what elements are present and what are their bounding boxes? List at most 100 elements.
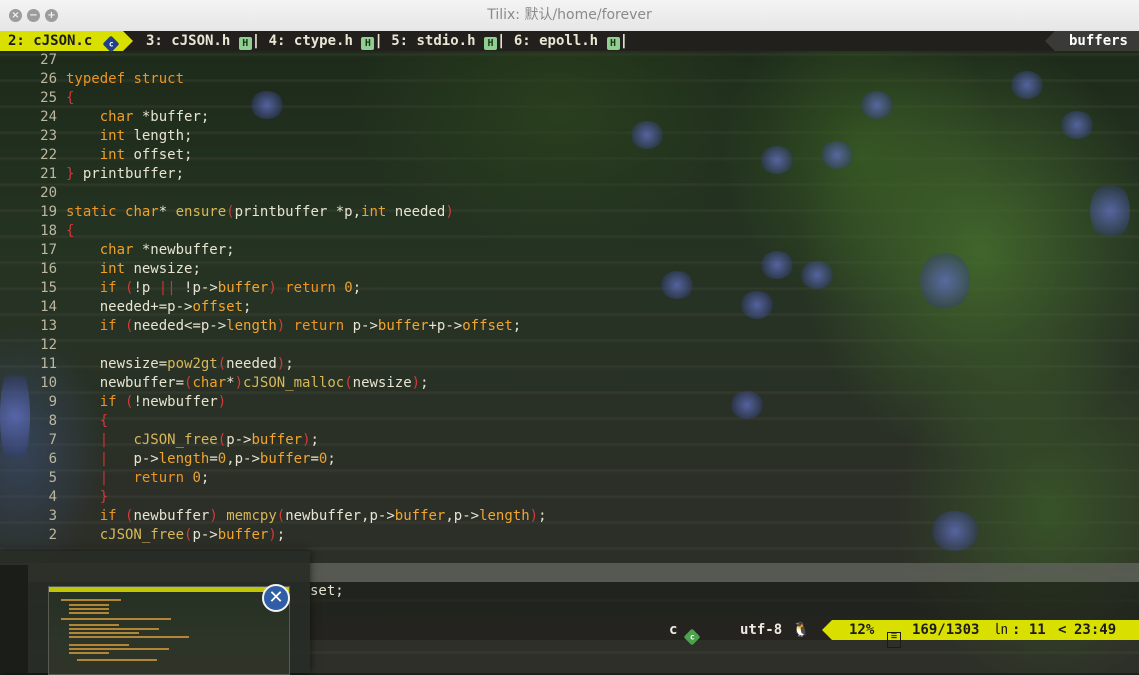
code-text: } xyxy=(99,489,109,505)
code-line[interactable]: 11 newsize=pow2gt(needed); xyxy=(0,355,1139,374)
line-number: 17 xyxy=(40,242,57,258)
code-text: if (needed<=p->length) return p->buffer+… xyxy=(99,318,522,334)
line-number: 19 xyxy=(40,204,57,220)
code-line[interactable]: 23 int length; xyxy=(0,127,1139,146)
c-language-icon: c xyxy=(102,35,120,53)
code-text: if (newbuffer) memcpy(newbuffer,p->buffe… xyxy=(99,508,547,524)
code-line[interactable]: 15 if (!p || !p->buffer) return 0; xyxy=(0,279,1139,298)
command-line-text: set; xyxy=(310,583,344,599)
code-text: typedef struct xyxy=(66,71,185,87)
window-preview-thumbnail[interactable] xyxy=(0,551,310,675)
code-text: int length; xyxy=(99,128,193,144)
tab-epoll-h[interactable]: 6: epoll.h H xyxy=(514,33,620,50)
line-number: 11 xyxy=(40,356,57,372)
code-editor[interactable]: 27 26 typedef struct 25{24 char *buffer; 23 … xyxy=(0,51,1139,545)
code-text: { xyxy=(66,90,75,106)
code-text: int offset; xyxy=(99,147,193,163)
line-number: 5 xyxy=(48,470,57,486)
code-line[interactable]: 12 xyxy=(0,336,1139,355)
code-line[interactable]: 18 { xyxy=(0,222,1139,241)
line-number: 20 xyxy=(40,185,57,201)
code-text: if (!newbuffer) xyxy=(99,394,227,410)
tab-arrow-separator xyxy=(122,31,133,51)
line-number: 7 xyxy=(48,432,57,448)
linux-tux-icon: 🐧 xyxy=(792,622,810,638)
tab-cjson-h[interactable]: 3: cJSON.h H xyxy=(146,33,252,50)
line-number: 2 xyxy=(48,527,57,543)
time-arrow-separator: < xyxy=(1058,622,1067,638)
filetype-label: c xyxy=(669,622,678,638)
code-line[interactable]: 25 { xyxy=(0,89,1139,108)
code-line[interactable]: 3 if (newbuffer) memcpy(newbuffer,p->buf… xyxy=(0,507,1139,526)
code-text: needed+=p->offset; xyxy=(66,299,252,315)
code-text: int newsize; xyxy=(99,261,201,277)
line-number: 26 xyxy=(40,71,57,87)
code-line[interactable]: 5 | return 0; xyxy=(0,469,1139,488)
window-title: Tilix: 默认/home/forever xyxy=(487,7,652,23)
code-line[interactable]: 7 | cJSON_free(p->buffer); xyxy=(0,431,1139,450)
code-line[interactable]: 4 } xyxy=(0,488,1139,507)
code-text: char *buffer; xyxy=(99,109,210,125)
preview-side-strip xyxy=(0,565,28,673)
code-line[interactable]: 9 if (!newbuffer) xyxy=(0,393,1139,412)
window-title-bar: × − + Tilix: 默认/home/forever xyxy=(0,0,1139,32)
code-line[interactable]: 24 char *buffer; xyxy=(0,108,1139,127)
encoding-label: utf-8 xyxy=(740,622,783,638)
code-line[interactable]: 22 int offset; xyxy=(0,146,1139,165)
code-text: { xyxy=(99,413,109,429)
line-number: 14 xyxy=(40,299,57,315)
tab-label: 2: cJSON.c xyxy=(8,33,93,49)
code-text: | return 0; xyxy=(99,470,210,486)
preview-close-button[interactable]: ✕ xyxy=(262,584,290,612)
code-line[interactable]: 8 { xyxy=(0,412,1139,431)
code-line[interactable]: 21} printbuffer; xyxy=(0,165,1139,184)
code-line[interactable]: 2 cJSON_free(p->buffer); xyxy=(0,526,1139,545)
code-text: if (!p || !p->buffer) return 0; xyxy=(99,280,362,296)
header-file-icon: H xyxy=(606,37,620,50)
code-line[interactable]: 19 static char* ensure(printbuffer *p,int… xyxy=(0,203,1139,222)
buffers-indicator[interactable]: buffers xyxy=(1044,31,1139,51)
line-number: 13 xyxy=(40,318,57,334)
header-file-icon: H xyxy=(483,37,497,50)
header-file-icon: H xyxy=(238,37,252,50)
tab-separator: | xyxy=(619,33,628,49)
clock-time: 23:49 xyxy=(1074,622,1117,638)
code-line[interactable]: 27 xyxy=(0,51,1139,70)
code-line[interactable]: 10 newbuffer=(char*)cJSON_malloc(newsize… xyxy=(0,374,1139,393)
code-line[interactable]: 20 xyxy=(0,184,1139,203)
line-number: 25 xyxy=(40,90,57,106)
c-language-icon: c xyxy=(683,624,701,646)
code-text: | cJSON_free(p->buffer); xyxy=(99,432,319,448)
line-number-icon: ☰ xyxy=(887,622,901,648)
code-text: char *newbuffer; xyxy=(99,242,235,258)
tab-cjson-c[interactable]: 2: cJSON.c c xyxy=(0,31,133,53)
code-line[interactable]: 26 typedef struct xyxy=(0,70,1139,89)
line-number: 10 xyxy=(40,375,57,391)
code-line[interactable]: 14 needed+=p->offset; xyxy=(0,298,1139,317)
code-line[interactable]: 17 char *newbuffer; xyxy=(0,241,1139,260)
line-number: 18 xyxy=(40,223,57,239)
line-number: 4 xyxy=(48,489,57,505)
position-section: 12% ☰ 169/1303 ㏑ : 11 < 23:49 xyxy=(822,620,1139,648)
code-text: static char* ensure(printbuffer *p,int n… xyxy=(66,204,454,220)
tab-separator: | xyxy=(251,33,261,49)
line-number: 22 xyxy=(40,147,57,163)
tab-separator: | xyxy=(496,33,506,49)
line-number: 23 xyxy=(40,128,57,144)
code-line[interactable]: 16 int newsize; xyxy=(0,260,1139,279)
tab-stdio-h[interactable]: 5: stdio.h H xyxy=(391,33,497,50)
inactive-tabs: 3: cJSON.h H | 4: ctype.h H | 5: stdio.h H… xyxy=(146,31,628,51)
column-info: : 11 xyxy=(1012,622,1046,638)
code-text: newbuffer=(char*)cJSON_malloc(newsize); xyxy=(66,375,429,391)
tab-ctype-h[interactable]: 4: ctype.h H xyxy=(269,33,375,50)
code-line[interactable]: 13 if (needed<=p->length) return p->buff… xyxy=(0,317,1139,336)
scroll-percent: 12% xyxy=(849,622,875,638)
code-text: cJSON_free(p->buffer); xyxy=(99,527,286,543)
line-number: 6 xyxy=(48,451,57,467)
vim-tabline: 2: cJSON.c c 3: cJSON.h H | 4: ctype.h H |… xyxy=(0,31,1139,53)
code-text: | p->length=0,p->buffer=0; xyxy=(99,451,336,467)
line-number: 16 xyxy=(40,261,57,277)
code-line[interactable]: 6 | p->length=0,p->buffer=0; xyxy=(0,450,1139,469)
line-number: 24 xyxy=(40,109,57,125)
line-info: 169/1303 xyxy=(912,622,980,638)
